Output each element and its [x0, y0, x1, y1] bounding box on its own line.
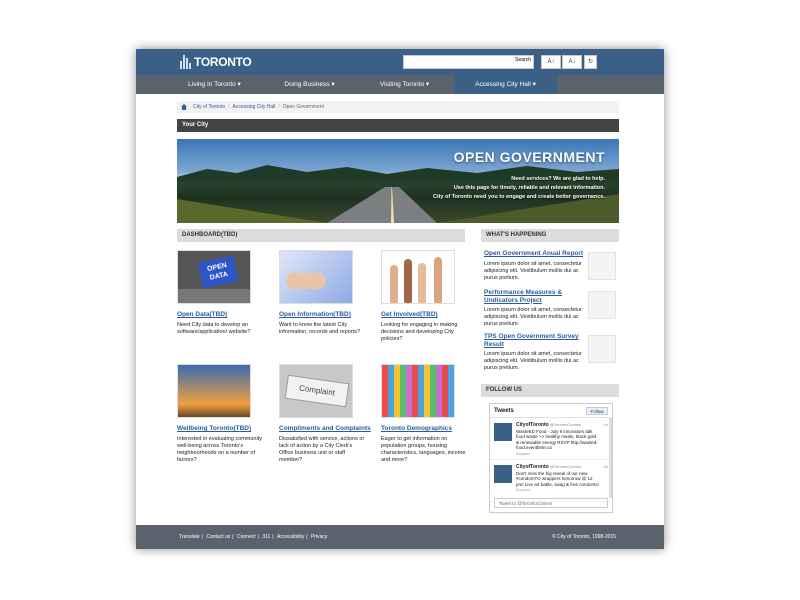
home-icon[interactable] — [181, 104, 187, 110]
avatar — [494, 465, 512, 483]
banner-line-2: Use this page for timely, reliable and r… — [453, 185, 605, 191]
tile-title-get-involved[interactable]: Get Involved(TBD) — [381, 311, 467, 318]
tile-title-open-data[interactable]: Open Data(TBD) — [177, 311, 263, 318]
survey-form-image — [588, 335, 616, 363]
tile-desc-open-data: Need City data to develop an software/ap… — [177, 322, 251, 335]
tweet[interactable]: CityofToronto @TorontoComms 6h WasteED F… — [490, 418, 612, 460]
news-title-performance-measures[interactable]: Performance Measures & Undicators Projec… — [484, 289, 588, 304]
complaint-key-label: Complaint — [284, 374, 350, 408]
news-item: Open Government Anual Report Lorem ipsum… — [484, 250, 618, 282]
breadcrumb-separator: / — [278, 104, 280, 110]
city-logo[interactable]: TORONTO — [180, 55, 252, 69]
twitter-widget: Tweets Follow CityofToronto @TorontoComm… — [489, 403, 613, 513]
tweet-handle: @TorontoComms — [549, 422, 582, 427]
nav-living-in-toronto[interactable]: Living In Toronto ▾ — [167, 75, 262, 94]
search-input[interactable] — [404, 56, 504, 68]
refresh-icon[interactable]: ↻ — [584, 55, 597, 69]
tile-toronto-demographics: Toronto Demographics Eager to get inform… — [381, 364, 467, 464]
breadcrumb-separator: / — [228, 104, 230, 110]
news-title-annual-report[interactable]: Open Government Anual Report — [484, 250, 588, 258]
banner-line-3: City of Toronto need you to engage and c… — [433, 194, 605, 200]
banner-line-1: Need services? We are glad to help. — [511, 176, 605, 182]
raised-hands-image — [381, 250, 455, 304]
breadcrumb-city-of-toronto[interactable]: City of Toronto — [193, 104, 225, 110]
banner-title: OPEN GOVERNMENT — [453, 149, 605, 165]
breadcrumb: City of Toronto / Accessing City Hall / Open… — [177, 101, 619, 113]
tile-desc-open-information: Want to know the latest City information… — [279, 322, 361, 335]
charts-image — [588, 291, 616, 319]
news-title-survey-result[interactable]: TPS Open Government Survey Result — [484, 333, 588, 348]
tile-title-wellbeing-toronto[interactable]: Wellbeing Toronto(TBD) — [177, 425, 263, 432]
footer-link-311[interactable]: 311 — [262, 534, 270, 540]
tweet-time: 6h — [603, 422, 608, 427]
report-pen-image — [588, 252, 616, 280]
tweet-author: CityofToronto — [516, 422, 549, 428]
footer-links: Translate | Contact us | Connect | 311 | Acc… — [179, 534, 328, 540]
search-box: Search — [403, 55, 534, 69]
tweet-compose-input[interactable]: Tweet to @TorontoComms — [494, 498, 608, 508]
news-item: Performance Measures & Undicators Projec… — [484, 289, 618, 328]
hero-banner: OPEN GOVERNMENT Need services? We are gl… — [177, 139, 619, 223]
tweet-text: WasteED Food - July 9 innovators talk fo… — [516, 428, 598, 451]
whats-happening-heading: WHAT'S HAPPENING — [481, 229, 619, 242]
decrease-text-button[interactable]: A↓ — [562, 55, 582, 69]
footer-link-accessibility[interactable]: Accessibility — [277, 534, 304, 540]
tweet-expand-link[interactable]: Expand — [516, 487, 600, 493]
complaint-key-image: Complaint — [279, 364, 353, 418]
tile-title-open-information[interactable]: Open Information(TBD) — [279, 311, 365, 318]
tile-compliments-complaints: Complaint Compliments and Complaints Dis… — [279, 364, 371, 464]
tile-get-involved: Get Involved(TBD) Looking for engaging i… — [381, 250, 467, 343]
footer-link-translate[interactable]: Translate — [179, 534, 200, 540]
jumping-people-image — [177, 364, 251, 418]
typing-hands-image — [279, 250, 353, 304]
footer: Translate | Contact us | Connect | 311 | Acc… — [136, 525, 664, 549]
header-bar: TORONTO Search A↑ A↓ ↻ — [136, 49, 664, 75]
tile-open-information: Open Information(TBD) Want to know the l… — [279, 250, 365, 336]
nav-visiting-toronto[interactable]: Visiting Toronto ▾ — [357, 75, 452, 94]
tile-open-data: OPEN DATA Open Data(TBD) Need City data … — [177, 250, 263, 336]
logo-text: TORONTO — [194, 55, 252, 69]
dashboard-heading: DASHBOARD(TBD) — [177, 229, 465, 242]
nav-accessing-city-hall[interactable]: Accessing City Hall ▾ — [454, 75, 557, 94]
tweet-text: Don't miss the big reveal of our new #co… — [516, 470, 599, 487]
tile-title-toronto-demographics[interactable]: Toronto Demographics — [381, 425, 467, 432]
footer-link-privacy[interactable]: Privacy — [311, 534, 327, 540]
your-city-bar: Your City — [177, 119, 619, 132]
twitter-follow-button[interactable]: Follow — [586, 407, 608, 415]
tweet-expand-link[interactable]: Expand — [516, 451, 600, 457]
open-data-keyboard-image: OPEN DATA — [177, 250, 251, 304]
tweet-time: 8h — [603, 464, 608, 469]
tweet[interactable]: CityofToronto @TorontoComms 8h Don't mis… — [490, 460, 612, 502]
tile-desc-compliments-complaints: Dissatisfied with service, actions or la… — [279, 436, 365, 463]
footer-link-contact-us[interactable]: Contact us — [206, 534, 230, 540]
increase-text-button[interactable]: A↑ — [541, 55, 561, 69]
tweets-header: Tweets Follow — [490, 404, 612, 418]
footer-copyright: © City of Toronto, 1998-2015 — [552, 534, 616, 540]
breadcrumb-accessing-city-hall[interactable]: Accessing City Hall — [233, 104, 276, 110]
footer-link-connect[interactable]: Connect — [237, 534, 256, 540]
city-hall-icon — [180, 55, 191, 69]
tile-title-compliments-complaints[interactable]: Compliments and Complaints — [279, 425, 371, 432]
tile-desc-wellbeing-toronto: Interested in evaluating community well-… — [177, 436, 262, 463]
tile-desc-get-involved: Looking for engaging in making decisions… — [381, 322, 458, 342]
tweets-scrollbar[interactable] — [609, 418, 612, 498]
tile-desc-toronto-demographics: Eager to get information on population g… — [381, 436, 466, 463]
page-frame: TORONTO Search A↑ A↓ ↻ Living In Toronto… — [136, 49, 664, 549]
follow-us-heading: FOLLOW US — [481, 384, 619, 397]
news-desc: Lorem ipsum dolor sit amet, consectetur … — [484, 260, 582, 281]
news-desc: Lorem ipsum dolor sit amet, consectetur … — [484, 351, 582, 371]
demographics-crowd-image — [381, 364, 455, 418]
breadcrumb-current: Open Government — [282, 104, 324, 110]
tweets-title: Tweets — [494, 408, 514, 414]
news-desc: Lorem ipsum dolor sit amet, consectetur … — [484, 307, 582, 327]
news-item: TPS Open Government Survey Result Lorem … — [484, 333, 618, 372]
avatar — [494, 423, 512, 441]
nav-doing-business[interactable]: Doing Business ▾ — [262, 75, 357, 94]
tweet-handle: @TorontoComms — [549, 464, 582, 469]
main-nav: Living In Toronto ▾ Doing Business ▾ Vis… — [136, 75, 664, 94]
open-data-key-label: OPEN DATA — [197, 255, 239, 289]
search-button[interactable]: Search — [515, 57, 531, 63]
tile-wellbeing-toronto: Wellbeing Toronto(TBD) Interested in eva… — [177, 364, 263, 464]
tweet-author: CityofToronto — [516, 464, 549, 470]
